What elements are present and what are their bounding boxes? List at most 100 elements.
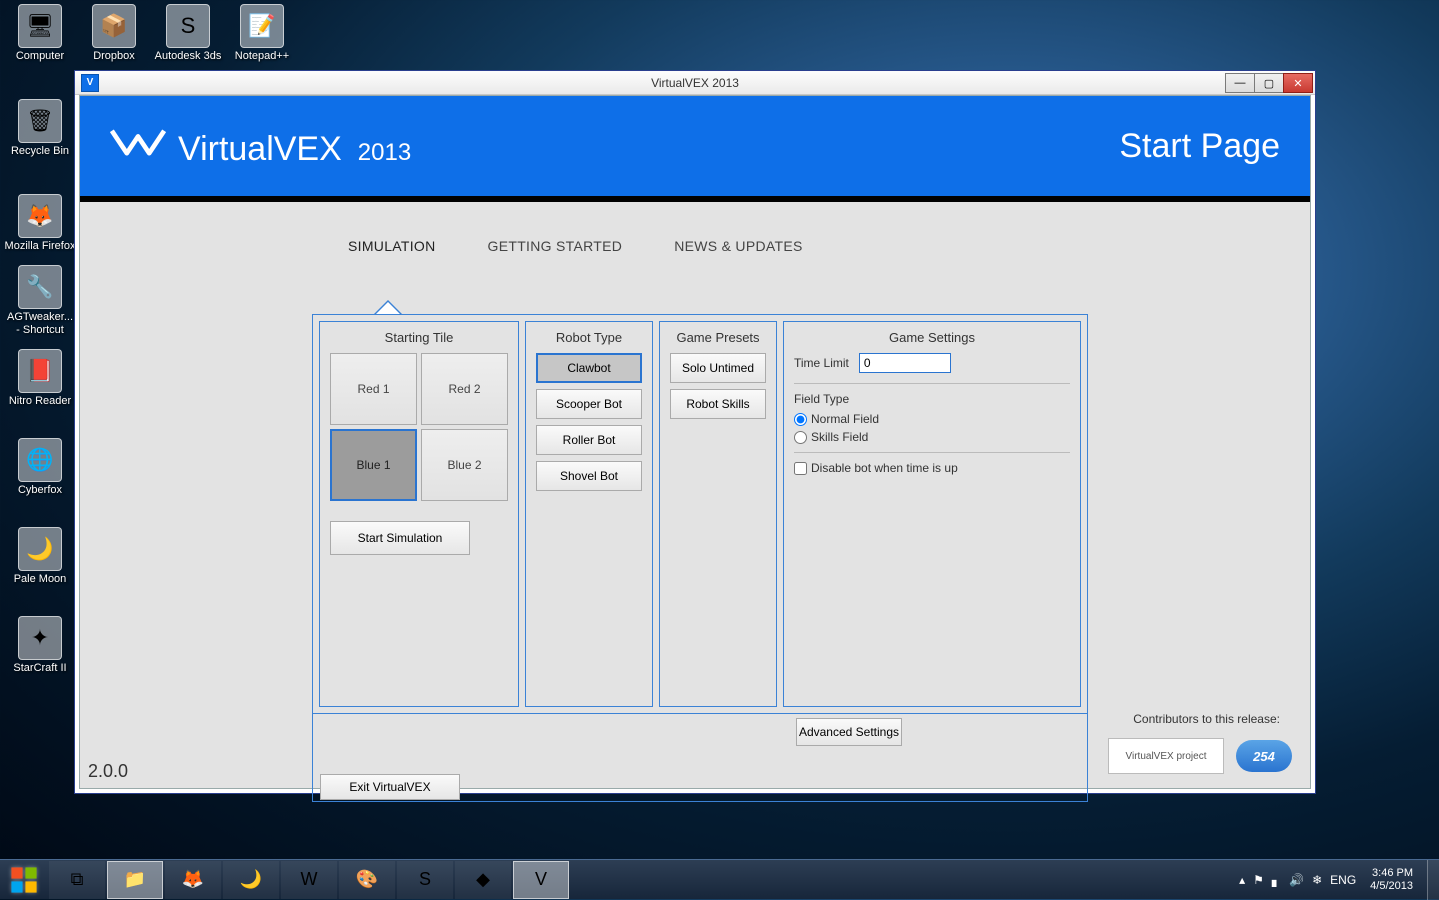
taskbar-gimp[interactable]: 🎨	[339, 861, 395, 899]
tray-network-icon[interactable]: ▖	[1272, 873, 1281, 887]
window-title: VirtualVEX 2013	[75, 76, 1315, 90]
app-window: V VirtualVEX 2013 — ▢ ✕ VirtualVEX 2013 …	[74, 70, 1316, 794]
checkbox-disable-bot-input[interactable]	[794, 462, 807, 475]
notepad-icon: 📝	[240, 4, 284, 48]
panel-starting-tile: Starting Tile Red 1 Red 2 Blue 1 Blue 2 …	[319, 321, 519, 707]
tray-volume-icon[interactable]: 🔊	[1289, 873, 1304, 887]
game-settings-header: Game Settings	[794, 330, 1070, 345]
globe-icon: 🌐	[18, 438, 62, 482]
window-buttons: — ▢ ✕	[1226, 73, 1313, 93]
close-button[interactable]: ✕	[1283, 73, 1313, 93]
radio-skills-field[interactable]: Skills Field	[794, 430, 1070, 444]
preset-robot-skills[interactable]: Robot Skills	[670, 389, 766, 419]
divider	[794, 452, 1070, 453]
radio-skills-field-input[interactable]	[794, 431, 807, 444]
pdf-icon: 📕	[18, 349, 62, 393]
desktop-icon-cyberfox[interactable]: 🌐Cyberfox	[4, 438, 76, 497]
team254-logo: 254	[1236, 740, 1292, 772]
taskbar-word[interactable]: W	[281, 861, 337, 899]
banner-year: 2013	[358, 139, 411, 167]
desktop-icon-agtweaker[interactable]: 🔧AGTweaker... - Shortcut	[4, 265, 76, 337]
autodesk-icon: S	[166, 4, 210, 48]
desktop-icon-column-3: SAutodesk 3ds	[152, 4, 224, 75]
panel-game-presets: Game Presets Solo Untimed Robot Skills	[659, 321, 777, 707]
desktop-icon-firefox[interactable]: 🦊Mozilla Firefox	[4, 194, 76, 253]
clock-time: 3:46 PM	[1370, 867, 1413, 880]
app-body: VirtualVEX 2013 Start Page SIMULATION GE…	[79, 95, 1311, 789]
tab-simulation[interactable]: SIMULATION	[348, 238, 436, 264]
desktop-icon-3ds[interactable]: SAutodesk 3ds	[152, 4, 224, 63]
radio-normal-field-input[interactable]	[794, 413, 807, 426]
field-type-label: Field Type	[794, 392, 1070, 406]
taskbar-explorer[interactable]: 📁	[107, 861, 163, 899]
windows-logo-icon	[10, 866, 38, 894]
start-button[interactable]	[0, 860, 48, 900]
taskbar-3ds[interactable]: S	[397, 861, 453, 899]
desktop-icon-notepadpp[interactable]: 📝Notepad++	[226, 4, 298, 63]
start-simulation-button[interactable]: Start Simulation	[330, 521, 470, 555]
robot-shovel[interactable]: Shovel Bot	[536, 461, 642, 491]
tray-flag-icon[interactable]: ⚑	[1253, 873, 1264, 887]
desktop-icon-computer[interactable]: 🖥Computer	[4, 4, 76, 63]
clock-date: 4/5/2013	[1370, 880, 1413, 893]
tile-blue1[interactable]: Blue 1	[330, 429, 417, 501]
starcraft-icon: ✦	[18, 616, 62, 660]
robot-type-header: Robot Type	[536, 330, 642, 345]
advanced-settings-button[interactable]: Advanced Settings	[796, 718, 902, 746]
desktop-icon-recyclebin[interactable]: 🗑Recycle Bin	[4, 99, 76, 158]
taskbar-firefox[interactable]: 🦊	[165, 861, 221, 899]
dropbox-icon: 📦	[92, 4, 136, 48]
taskbar-clock[interactable]: 3:46 PM 4/5/2013	[1370, 867, 1413, 893]
wrench-icon: 🔧	[18, 265, 62, 309]
taskbar-virtualvex[interactable]: V	[513, 861, 569, 899]
taskbar-unity[interactable]: ◆	[455, 861, 511, 899]
desktop-icon-palemoon[interactable]: 🌙Pale Moon	[4, 527, 76, 586]
banner: VirtualVEX 2013 Start Page	[80, 96, 1310, 196]
tile-blue2[interactable]: Blue 2	[421, 429, 508, 501]
robot-roller[interactable]: Roller Bot	[536, 425, 642, 455]
panel-game-settings: Game Settings Time Limit Field Type Norm…	[783, 321, 1081, 707]
divider	[794, 383, 1070, 384]
robot-scooper[interactable]: Scooper Bot	[536, 389, 642, 419]
radio-normal-field[interactable]: Normal Field	[794, 412, 1070, 426]
tray-chevron-icon[interactable]: ▴	[1239, 873, 1245, 887]
tab-arrow	[376, 302, 400, 314]
desktop-icon-column-4: 📝Notepad++	[226, 4, 298, 75]
preset-solo-untimed[interactable]: Solo Untimed	[670, 353, 766, 383]
content-area: Starting Tile Red 1 Red 2 Blue 1 Blue 2 …	[312, 314, 1088, 714]
taskbar-powershell[interactable]: ⧉	[49, 861, 105, 899]
panel-robot-type: Robot Type Clawbot Scooper Bot Roller Bo…	[525, 321, 653, 707]
game-presets-header: Game Presets	[670, 330, 766, 345]
computer-icon: 🖥	[18, 4, 62, 48]
tile-red1[interactable]: Red 1	[330, 353, 417, 425]
robot-clawbot[interactable]: Clawbot	[536, 353, 642, 383]
desktop-icon-nitro[interactable]: 📕Nitro Reader	[4, 349, 76, 408]
time-limit-input[interactable]	[859, 353, 951, 373]
contributors-label: Contributors to this release:	[1133, 712, 1280, 726]
exit-button[interactable]: Exit VirtualVEX	[320, 774, 460, 800]
banner-page-title: Start Page	[1119, 127, 1280, 166]
desktop-icon-dropbox[interactable]: 📦Dropbox	[78, 4, 150, 63]
checkbox-disable-bot[interactable]: Disable bot when time is up	[794, 461, 1070, 475]
tray-sync-icon[interactable]: ❄	[1312, 873, 1322, 887]
starting-tile-header: Starting Tile	[330, 330, 508, 345]
taskbar: ⧉ 📁 🦊 🌙 W 🎨 S ◆ V ▴ ⚑ ▖ 🔊 ❄ ENG 3:46 PM …	[0, 859, 1439, 899]
tab-strip: SIMULATION GETTING STARTED NEWS & UPDATE…	[348, 238, 1310, 264]
tray-language[interactable]: ENG	[1330, 873, 1356, 887]
virtualvex-logo-icon	[110, 124, 166, 160]
show-desktop-button[interactable]	[1427, 860, 1439, 900]
desktop-icon-starcraft[interactable]: ✦StarCraft II	[4, 616, 76, 675]
maximize-button[interactable]: ▢	[1254, 73, 1284, 93]
taskbar-palemoon[interactable]: 🌙	[223, 861, 279, 899]
banner-brand: VirtualVEX	[178, 130, 342, 169]
firefox-icon: 🦊	[18, 194, 62, 238]
minimize-button[interactable]: —	[1225, 73, 1255, 93]
time-limit-label: Time Limit	[794, 356, 849, 370]
banner-underline	[80, 196, 1310, 202]
desktop-icon-column-2: 📦Dropbox	[78, 4, 150, 75]
titlebar[interactable]: V VirtualVEX 2013 — ▢ ✕	[75, 71, 1315, 95]
tab-getting-started[interactable]: GETTING STARTED	[488, 238, 623, 264]
tab-news-updates[interactable]: NEWS & UPDATES	[674, 238, 802, 264]
tile-red2[interactable]: Red 2	[421, 353, 508, 425]
version-label: 2.0.0	[88, 761, 128, 782]
